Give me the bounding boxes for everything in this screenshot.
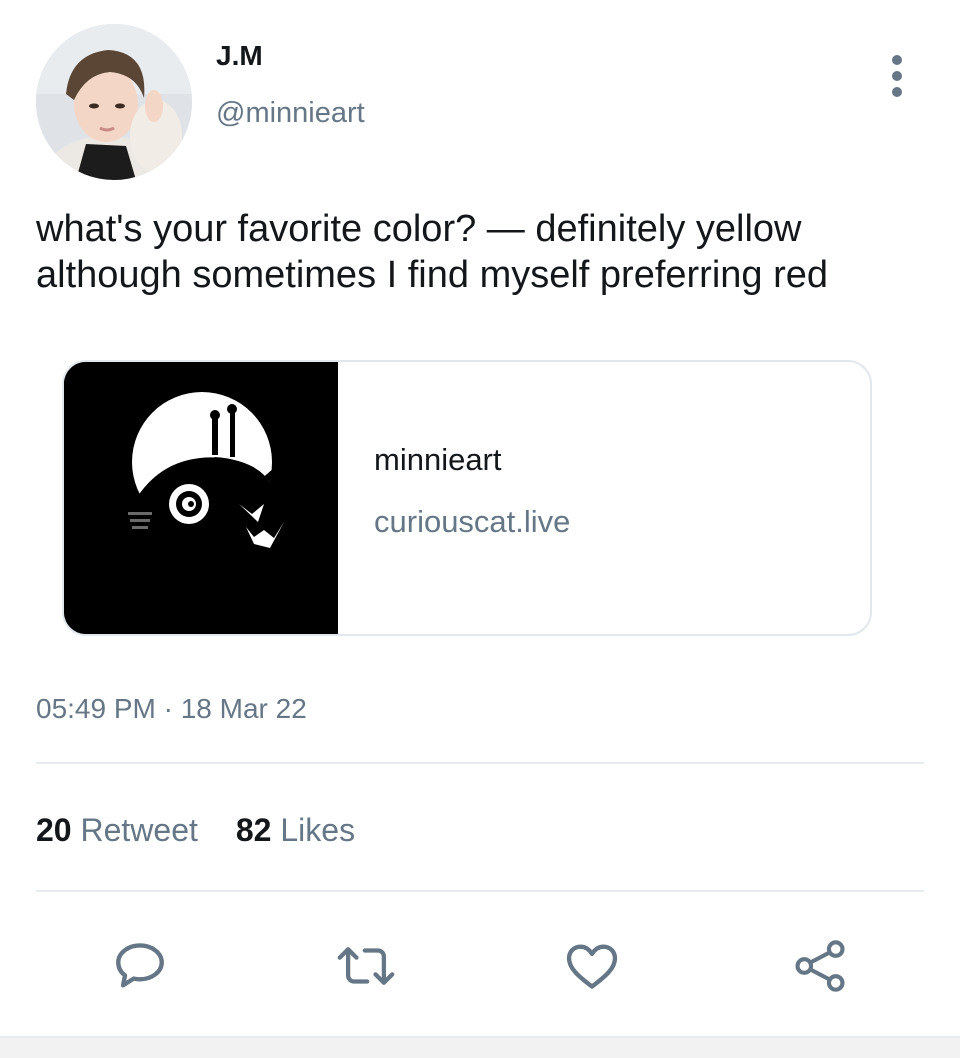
author-handle[interactable]: @minnieart xyxy=(216,96,365,130)
more-options-icon-dot xyxy=(892,87,902,97)
tweet-timestamp[interactable]: 05:49 PM · 18 Mar 22 xyxy=(36,692,307,726)
link-preview-card[interactable]: minnieart curiouscat.live xyxy=(62,360,872,636)
card-thumbnail xyxy=(64,362,338,634)
reply-button[interactable] xyxy=(108,934,172,998)
nightmare-before-christmas-image xyxy=(64,362,338,634)
likes-count: 82 xyxy=(235,812,272,848)
bottom-separator xyxy=(0,1036,960,1058)
card-title: minnieart xyxy=(374,442,502,477)
like-button[interactable] xyxy=(560,934,624,998)
likes-count-link[interactable]: 82 Likes xyxy=(236,810,355,850)
avatar[interactable] xyxy=(36,24,192,180)
share-button[interactable] xyxy=(788,934,852,998)
like-icon xyxy=(566,944,618,989)
more-options-icon xyxy=(892,55,902,65)
more-options-icon-dot xyxy=(892,71,902,81)
retweet-button[interactable] xyxy=(334,934,398,998)
likes-label: Likes xyxy=(280,812,356,848)
share-icon xyxy=(795,940,845,992)
card-domain: curiouscat.live xyxy=(374,504,571,539)
divider xyxy=(36,890,924,892)
retweet-icon xyxy=(337,947,395,985)
tweet-text: what's your favorite color? — definitely… xyxy=(36,208,829,296)
retweet-count-link[interactable]: 20 Retweet xyxy=(36,810,198,850)
divider xyxy=(36,762,924,764)
retweet-count: 20 xyxy=(36,812,72,848)
retweet-label: Retweet xyxy=(80,812,198,848)
engagement-stats: 20 Retweet 82 Likes xyxy=(36,810,355,850)
more-options-button[interactable] xyxy=(876,52,918,100)
avatar-image xyxy=(36,24,192,180)
author-display-name[interactable]: J.M xyxy=(216,40,263,72)
reply-icon xyxy=(116,943,164,988)
